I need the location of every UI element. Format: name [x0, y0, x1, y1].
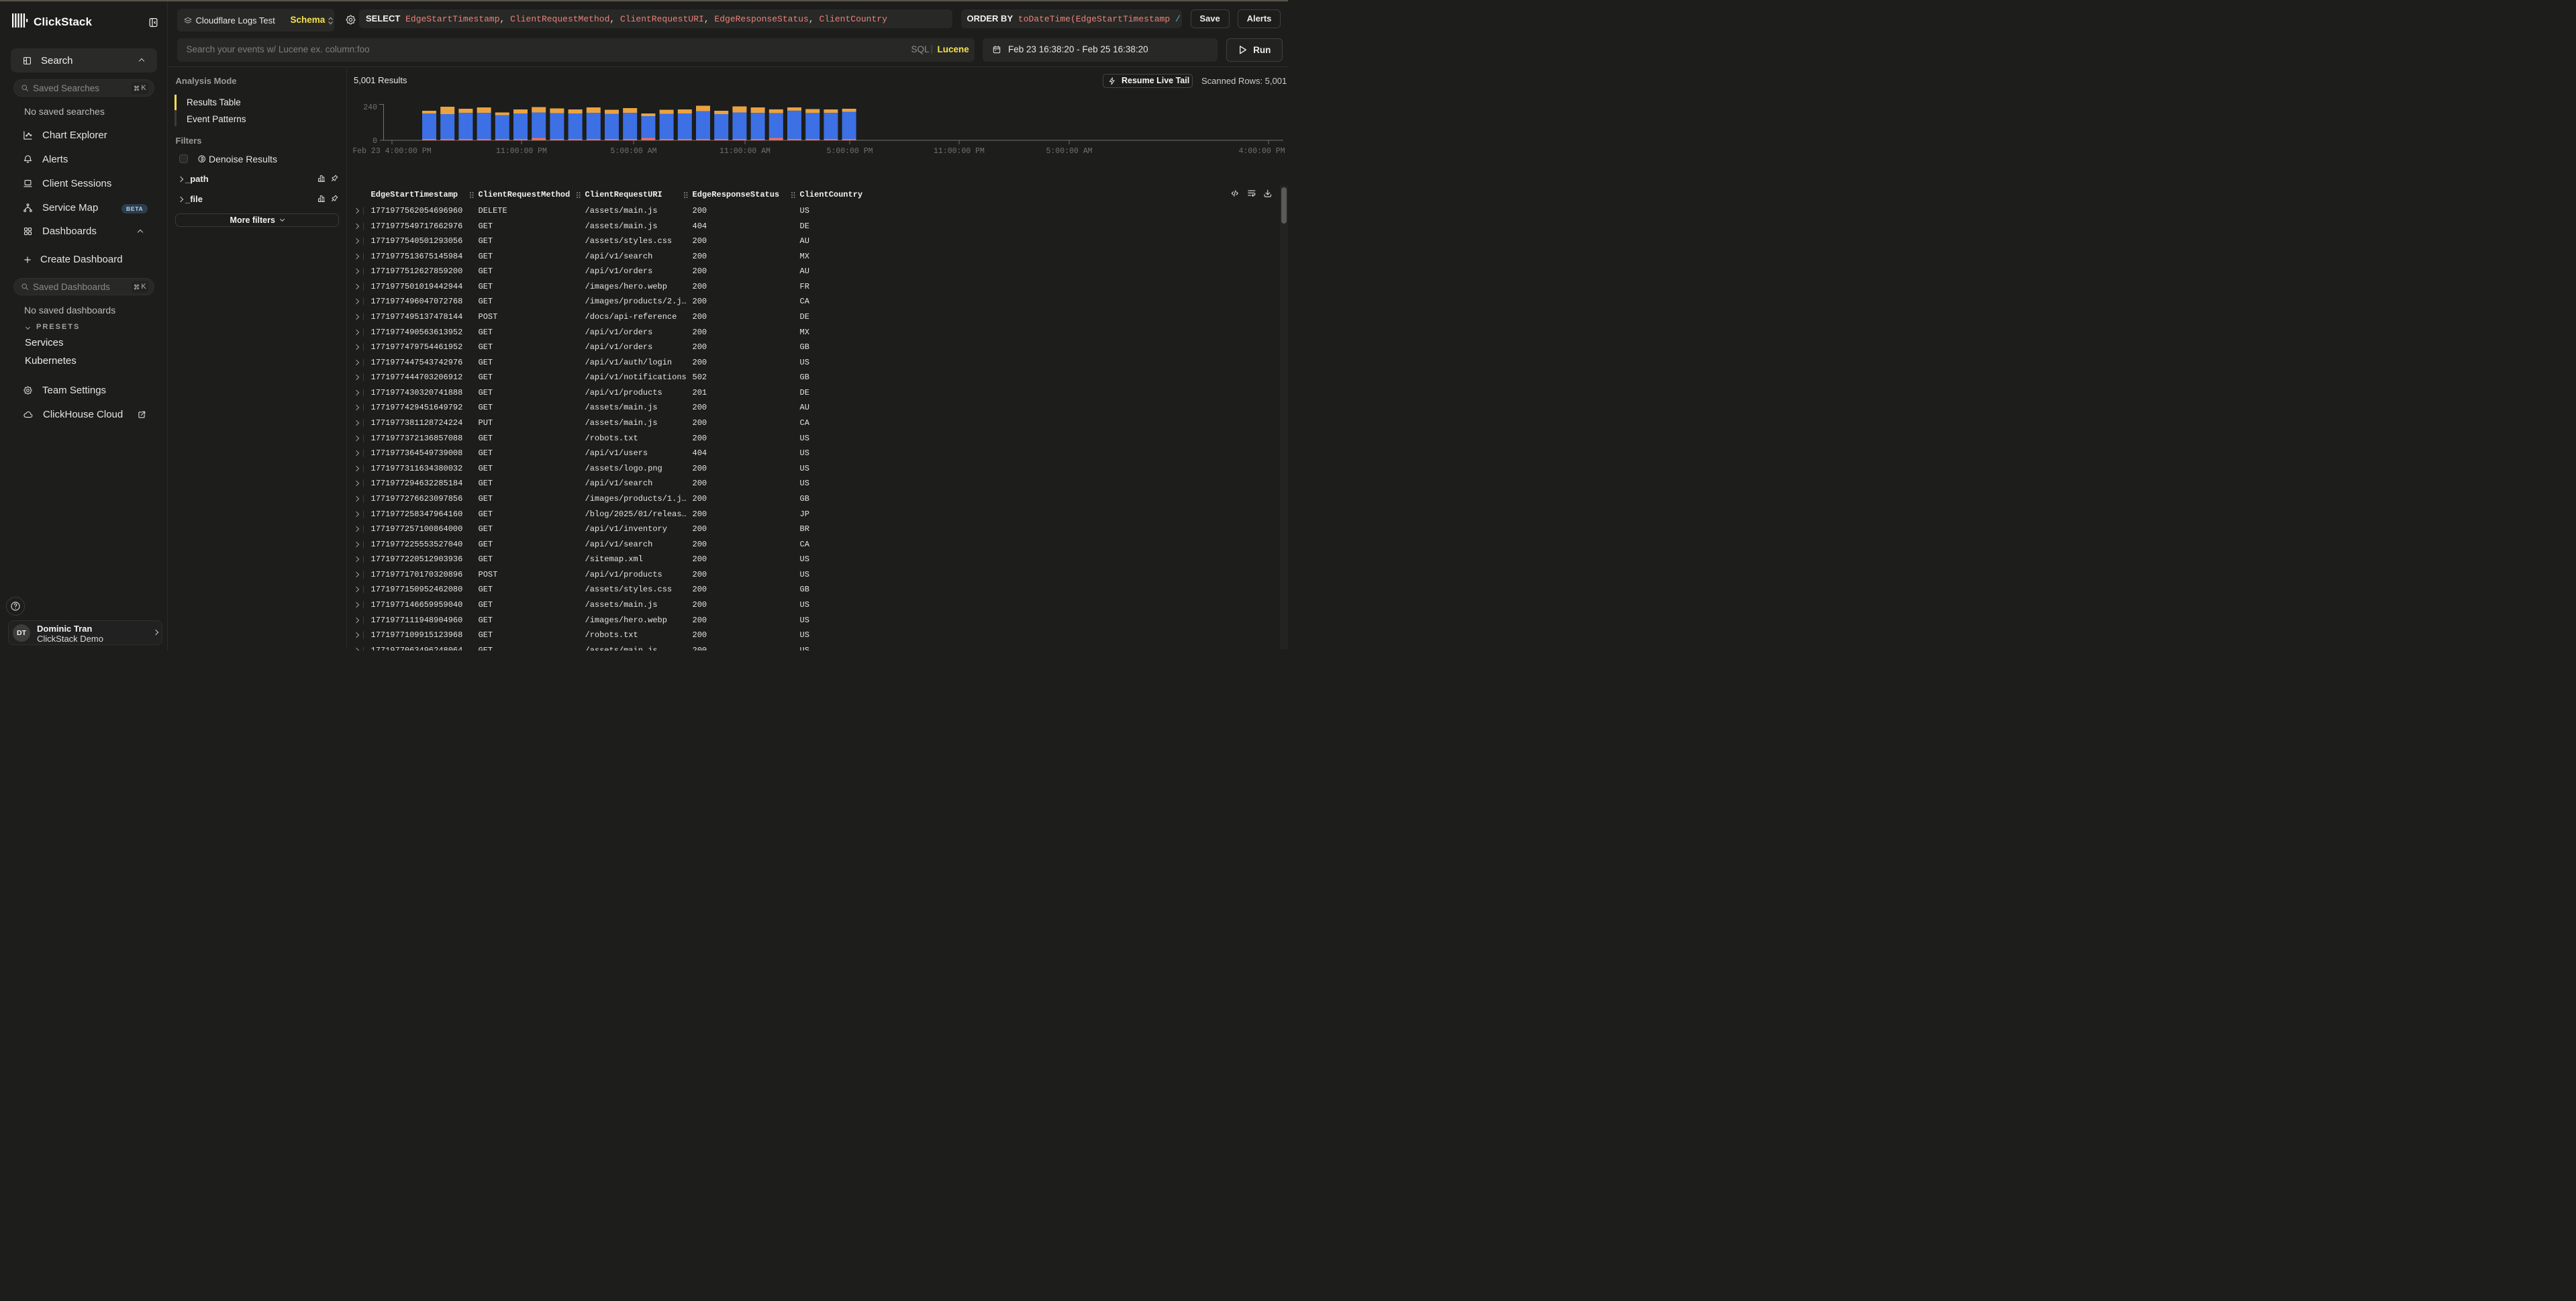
svg-text:11:00:00 AM: 11:00:00 AM [720, 147, 771, 156]
svg-text:Feb 23 4:00:00 PM: Feb 23 4:00:00 PM [352, 147, 431, 156]
svg-text:11:00:00 PM: 11:00:00 PM [496, 147, 547, 156]
svg-text:11:00:00 PM: 11:00:00 PM [934, 147, 985, 156]
svg-text:4:00:00 PM: 4:00:00 PM [1239, 147, 1285, 156]
svg-text:0: 0 [373, 137, 377, 146]
svg-text:5:00:00 AM: 5:00:00 AM [1046, 147, 1092, 156]
svg-text:5:00:00 AM: 5:00:00 AM [610, 147, 656, 156]
svg-text:240: 240 [363, 103, 377, 112]
svg-text:5:00:00 PM: 5:00:00 PM [826, 147, 873, 156]
